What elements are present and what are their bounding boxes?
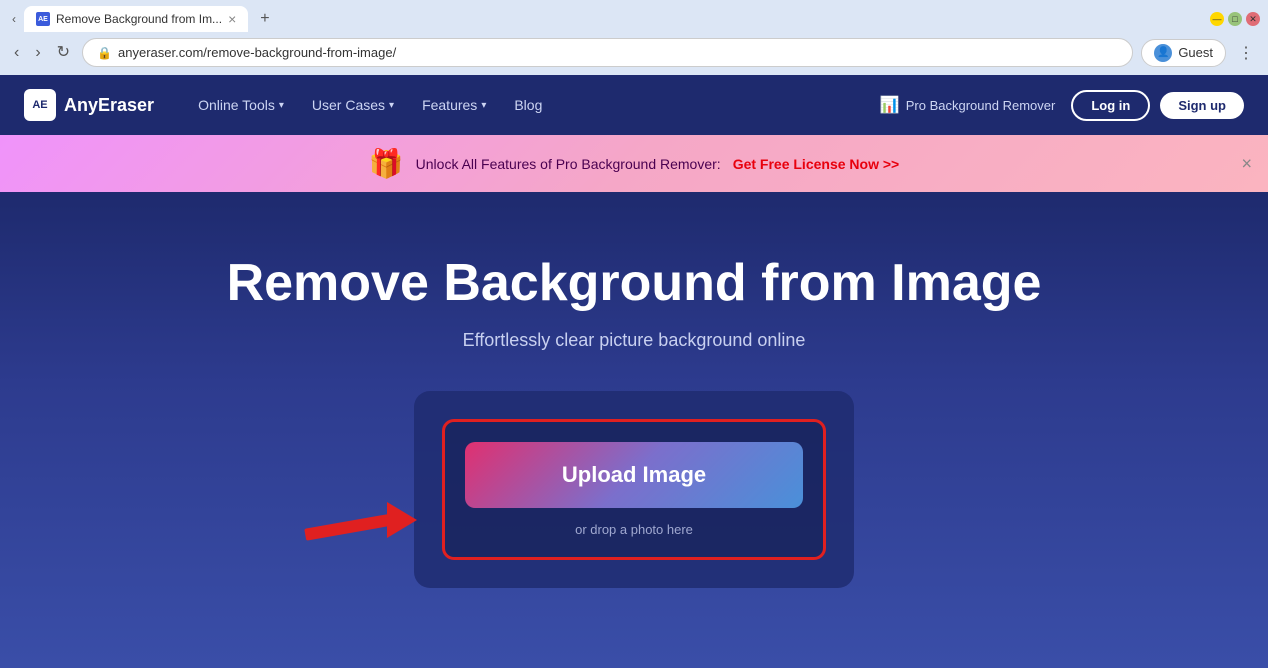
active-tab[interactable]: AE Remove Background from Im... × bbox=[24, 6, 248, 32]
tab-title: Remove Background from Im... bbox=[56, 12, 222, 26]
chevron-down-icon: ▾ bbox=[389, 100, 394, 111]
nav-links: Online Tools ▾ User Cases ▾ Features ▾ B… bbox=[184, 75, 1244, 135]
pro-background-remover-link[interactable]: 📊 Pro Background Remover bbox=[880, 95, 1056, 115]
chevron-down-icon: ▾ bbox=[481, 100, 486, 111]
forward-button[interactable]: › bbox=[31, 41, 44, 65]
banner-link[interactable]: Get Free License Now >> bbox=[733, 156, 900, 172]
promo-banner: 🎁 Unlock All Features of Pro Background … bbox=[0, 135, 1268, 192]
hero-title: Remove Background from Image bbox=[24, 252, 1244, 314]
tab-list-button[interactable]: ‹ bbox=[8, 8, 20, 30]
tab-close-button[interactable]: × bbox=[228, 12, 236, 26]
nav-item-online-tools[interactable]: Online Tools ▾ bbox=[184, 75, 298, 135]
new-tab-button[interactable]: + bbox=[252, 6, 277, 32]
refresh-button[interactable]: ↻ bbox=[53, 41, 74, 65]
drop-hint: or drop a photo here bbox=[465, 522, 803, 537]
tab-favicon: AE bbox=[36, 12, 50, 26]
nav-item-user-cases[interactable]: User Cases ▾ bbox=[298, 75, 408, 135]
profile-button[interactable]: 👤 Guest bbox=[1141, 39, 1226, 67]
tab-bar: ‹ AE Remove Background from Im... × + — … bbox=[0, 0, 1268, 32]
gift-icon: 🎁 bbox=[369, 147, 404, 180]
more-options-button[interactable]: ⋮ bbox=[1234, 39, 1258, 67]
nav-item-features[interactable]: Features ▾ bbox=[408, 75, 500, 135]
window-controls: — □ ✕ bbox=[1210, 12, 1260, 26]
maximize-button[interactable]: □ bbox=[1228, 12, 1242, 26]
chevron-down-icon: ▾ bbox=[279, 100, 284, 111]
browser-toolbar: ‹ › ↻ 🔒 anyeraser.com/remove-background-… bbox=[0, 32, 1268, 75]
upload-drop-zone[interactable]: Upload Image or drop a photo here bbox=[442, 419, 826, 560]
banner-close-button[interactable]: × bbox=[1241, 153, 1252, 174]
banner-text: Unlock All Features of Pro Background Re… bbox=[416, 156, 721, 172]
nav-label-online-tools: Online Tools bbox=[198, 97, 275, 113]
browser-window: ‹ AE Remove Background from Im... × + — … bbox=[0, 0, 1268, 75]
nav-item-blog[interactable]: Blog bbox=[500, 75, 556, 135]
profile-label: Guest bbox=[1178, 45, 1213, 60]
lock-icon: 🔒 bbox=[97, 46, 112, 60]
address-bar[interactable]: 🔒 anyeraser.com/remove-background-from-i… bbox=[82, 38, 1133, 67]
signup-button[interactable]: Sign up bbox=[1160, 92, 1244, 119]
nav-label-features: Features bbox=[422, 97, 477, 113]
login-button[interactable]: Log in bbox=[1071, 90, 1150, 121]
brand-logo: AE bbox=[24, 89, 56, 121]
back-button[interactable]: ‹ bbox=[10, 41, 23, 65]
nav-label-user-cases: User Cases bbox=[312, 97, 385, 113]
pro-icon: 📊 bbox=[880, 95, 900, 115]
upload-container: Upload Image or drop a photo here bbox=[414, 391, 854, 588]
pro-label: Pro Background Remover bbox=[906, 98, 1056, 113]
main-navbar: AE AnyEraser Online Tools ▾ User Cases ▾… bbox=[0, 75, 1268, 135]
arrow-indicator bbox=[304, 502, 417, 538]
url-text: anyeraser.com/remove-background-from-ima… bbox=[118, 45, 1118, 60]
brand-name: AnyEraser bbox=[64, 95, 154, 116]
hero-section: Remove Background from Image Effortlessl… bbox=[0, 192, 1268, 668]
hero-subtitle: Effortlessly clear picture background on… bbox=[24, 330, 1244, 351]
brand-logo-area[interactable]: AE AnyEraser bbox=[24, 89, 154, 121]
nav-label-blog: Blog bbox=[514, 97, 542, 113]
close-button[interactable]: ✕ bbox=[1246, 12, 1260, 26]
minimize-button[interactable]: — bbox=[1210, 12, 1224, 26]
profile-icon: 👤 bbox=[1154, 44, 1172, 62]
upload-image-button[interactable]: Upload Image bbox=[465, 442, 803, 508]
